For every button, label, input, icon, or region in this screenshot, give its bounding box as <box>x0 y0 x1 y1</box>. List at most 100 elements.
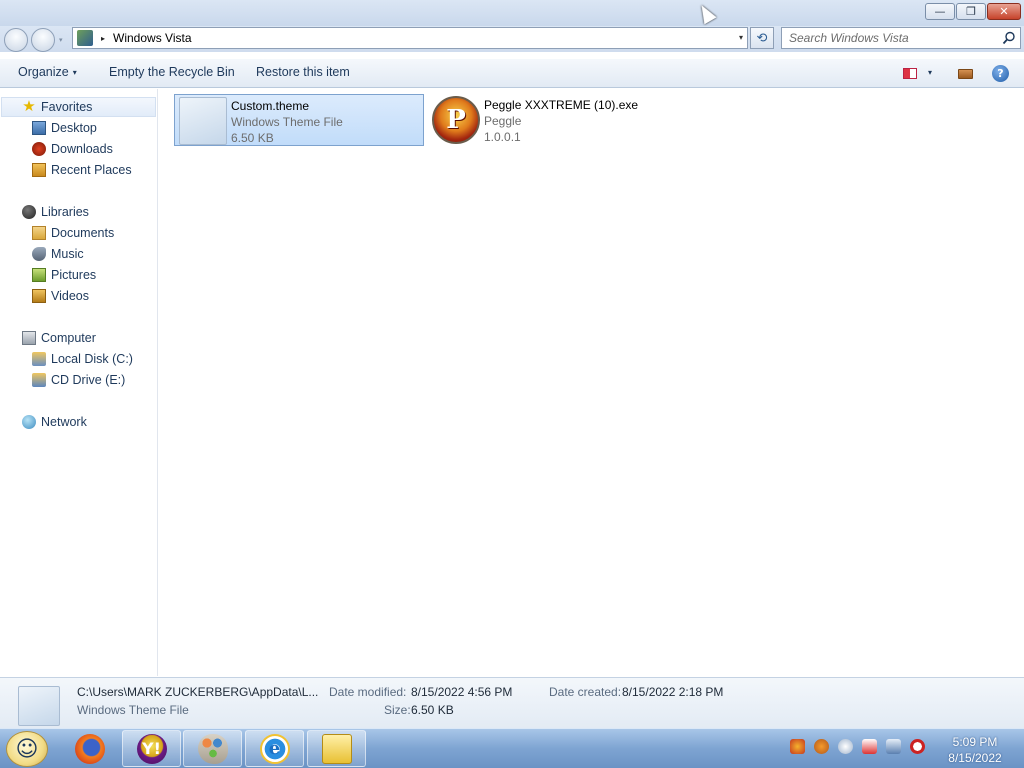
nav-music[interactable]: Music <box>32 244 84 264</box>
nav-downloads[interactable]: Downloads <box>32 139 113 159</box>
tray-search-icon[interactable] <box>814 739 829 754</box>
taskbar-clock[interactable]: 5:09 PM 8/15/2022 <box>944 734 1006 766</box>
nav-documents[interactable]: Documents <box>32 223 114 243</box>
peggle-app-icon: P <box>432 96 480 144</box>
search-icon[interactable] <box>1002 31 1016 45</box>
paint-icon <box>197 733 228 764</box>
nav-recent-places[interactable]: Recent Places <box>32 160 132 180</box>
hard-drive-icon <box>32 352 46 366</box>
minimize-button[interactable]: — <box>925 3 955 20</box>
nav-network[interactable]: Network <box>22 412 87 432</box>
back-button[interactable] <box>4 28 28 52</box>
recycle-bin-icon <box>77 30 93 46</box>
nav-local-disk[interactable]: Local Disk (C:) <box>32 349 133 369</box>
search-box[interactable] <box>781 27 1021 49</box>
close-button[interactable]: ✕ <box>987 3 1021 20</box>
recent-places-icon <box>32 163 46 177</box>
file-version: 1.0.0.1 <box>484 130 521 144</box>
music-icon <box>32 247 46 261</box>
organize-button[interactable]: Organize ▾ <box>18 65 77 79</box>
nav-desktop[interactable]: Desktop <box>32 118 97 138</box>
breadcrumb-location[interactable]: Windows Vista <box>113 31 191 45</box>
file-list[interactable]: Custom.theme Windows Theme File 6.50 KB … <box>159 89 1024 676</box>
nav-cd-drive-label: CD Drive (E:) <box>51 373 126 387</box>
nav-videos[interactable]: Videos <box>32 286 89 306</box>
file-item-peggle-exe[interactable]: P Peggle XXXTREME (10).exe Peggle 1.0.0.… <box>428 94 678 146</box>
file-item-custom-theme[interactable]: Custom.theme Windows Theme File 6.50 KB <box>174 94 424 146</box>
nav-computer-label: Computer <box>41 331 96 345</box>
empty-recycle-bin-button[interactable]: Empty the Recycle Bin <box>109 65 235 79</box>
details-path: C:\Users\MARK ZUCKERBERG\AppData\L... <box>77 685 319 699</box>
view-options-chevron-icon[interactable]: ▾ <box>928 68 932 77</box>
file-size: 6.50 KB <box>231 131 274 145</box>
help-icon[interactable]: ? <box>992 65 1009 82</box>
search-input[interactable] <box>782 28 998 48</box>
downloads-icon <box>32 142 46 156</box>
computer-icon <box>22 331 36 345</box>
chevron-down-icon: ▾ <box>72 68 77 77</box>
date-created-label: Date created: <box>549 685 622 699</box>
nav-favorites[interactable]: ★ Favorites <box>1 97 156 117</box>
organize-label: Organize <box>18 65 69 79</box>
refresh-icon: ⟲ <box>756 30 768 46</box>
date-modified-value: 8/15/2022 4:56 PM <box>411 685 513 699</box>
nav-downloads-label: Downloads <box>51 142 113 156</box>
start-button[interactable]: ☺ <box>6 731 48 767</box>
close-icon: ✕ <box>999 5 1009 18</box>
details-pane: C:\Users\MARK ZUCKERBERG\AppData\L... Wi… <box>0 677 1024 728</box>
nav-network-label: Network <box>41 415 87 429</box>
taskbar: ☺ Y! e 5:09 PM 8/15/2022 <box>0 728 1024 768</box>
restore-item-button[interactable]: Restore this item <box>256 65 350 79</box>
file-name: Peggle XXXTREME (10).exe <box>484 98 639 112</box>
file-type: Windows Theme File <box>231 115 343 129</box>
nav-music-label: Music <box>51 247 84 261</box>
nav-local-disk-label: Local Disk (C:) <box>51 352 133 366</box>
documents-icon <box>32 226 46 240</box>
date-modified-label: Date modified: <box>329 685 407 699</box>
taskbar-yahoo-messenger[interactable]: Y! <box>122 730 181 767</box>
refresh-button[interactable]: ⟲ <box>750 27 774 49</box>
internet-explorer-icon: e <box>259 733 290 764</box>
nav-computer[interactable]: Computer <box>22 328 96 348</box>
recent-pages-dropdown[interactable]: ▾ <box>59 36 63 44</box>
minimize-icon: — <box>934 5 946 18</box>
tray-messenger-icon[interactable] <box>838 739 853 754</box>
theme-file-icon <box>179 97 227 145</box>
tray-app-icon[interactable] <box>790 739 805 754</box>
address-bar[interactable]: ▸ Windows Vista ▾ <box>72 27 748 49</box>
preview-pane-icon[interactable] <box>958 69 973 79</box>
action-center-icon[interactable] <box>862 739 877 754</box>
network-icon <box>22 415 36 429</box>
volume-muted-icon[interactable] <box>910 739 925 754</box>
change-view-icon[interactable] <box>903 68 917 79</box>
folder-icon <box>321 733 352 764</box>
taskbar-paint[interactable] <box>183 730 242 767</box>
start-orb-icon: ☺ <box>15 736 39 762</box>
nav-pictures-label: Pictures <box>51 268 97 282</box>
firefox-icon <box>74 733 105 764</box>
videos-icon <box>32 289 46 303</box>
breadcrumb-separator-icon[interactable]: ▸ <box>101 34 105 43</box>
taskbar-internet-explorer[interactable]: e <box>245 730 304 767</box>
maximize-button[interactable]: ❐ <box>956 3 986 20</box>
yahoo-messenger-icon: Y! <box>136 733 167 764</box>
title-bar: — ❐ ✕ <box>0 0 1024 26</box>
address-dropdown-icon[interactable]: ▾ <box>739 33 743 42</box>
desktop-icon <box>32 121 46 135</box>
nav-libraries[interactable]: Libraries <box>22 202 89 222</box>
date-created-value: 8/15/2022 2:18 PM <box>622 685 724 699</box>
maximize-icon: ❐ <box>966 5 976 18</box>
size-value: 6.50 KB <box>411 703 454 717</box>
network-status-icon[interactable] <box>886 739 901 754</box>
star-icon: ★ <box>22 98 36 115</box>
pictures-icon <box>32 268 46 282</box>
taskbar-windows-explorer[interactable] <box>307 730 366 767</box>
nav-cd-drive[interactable]: CD Drive (E:) <box>32 370 125 390</box>
nav-desktop-label: Desktop <box>51 121 97 135</box>
theme-file-icon <box>18 686 60 726</box>
forward-button[interactable] <box>31 28 55 52</box>
command-bar: Organize ▾ Empty the Recycle Bin Restore … <box>0 58 1024 88</box>
taskbar-firefox[interactable] <box>60 730 119 767</box>
navigation-pane: ★ Favorites Desktop Downloads Recent Pla… <box>0 89 158 676</box>
nav-pictures[interactable]: Pictures <box>32 265 96 285</box>
